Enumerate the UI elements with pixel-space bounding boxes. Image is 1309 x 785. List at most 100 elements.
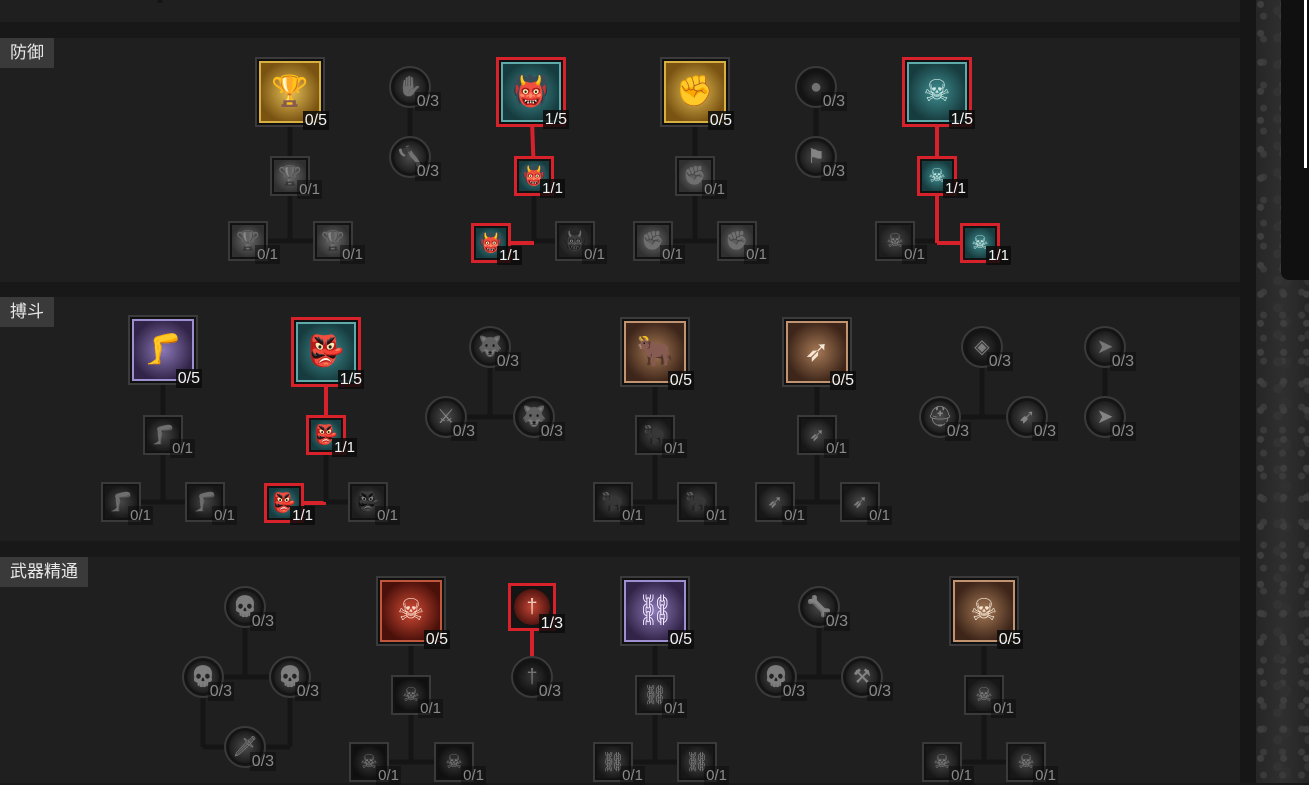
skill-node-defense[interactable]: ⚑ 0/3	[795, 136, 847, 181]
rank-label: 1/1	[332, 438, 357, 457]
skill-node-defense[interactable]: ✋ 0/3	[389, 66, 441, 111]
skill-node-brawling[interactable]: 🐂 0/1	[677, 482, 729, 525]
skill-node-brawling[interactable]: ◈ 0/3	[961, 326, 1013, 371]
skill-node-weapon-mastery[interactable]: ☠ 0/1	[1006, 742, 1058, 785]
skill-node-weapon-mastery[interactable]: ☠ 0/1	[391, 675, 443, 718]
skill-node-brawling[interactable]: 🐂 0/1	[593, 482, 645, 525]
skill-node-weapon-mastery[interactable]: ☠ 0/5	[376, 576, 450, 649]
rank-label: 0/1	[991, 699, 1016, 718]
rank-label: 0/3	[450, 422, 477, 441]
skill-node-defense[interactable]: ✊ 0/5	[660, 57, 734, 130]
skill-node-defense[interactable]: ✊ 0/1	[675, 156, 727, 199]
skill-node-defense[interactable]: ● 0/3	[795, 66, 847, 111]
rank-label: 0/1	[582, 245, 607, 264]
skill-node-defense[interactable]: 🏆 0/1	[313, 221, 365, 264]
rank-label: 1/5	[337, 370, 364, 389]
skill-node-weapon-mastery[interactable]: 💀 0/3	[755, 656, 807, 701]
rank-label: 0/3	[207, 682, 234, 701]
skill-node-weapon-mastery[interactable]: ⛓ 0/1	[677, 742, 729, 785]
rank-label: 0/1	[782, 506, 807, 525]
rank-label: 0/1	[704, 506, 729, 525]
rank-label: 0/1	[744, 245, 769, 264]
skill-node-weapon-mastery[interactable]: ☠ 0/1	[434, 742, 486, 785]
skill-node-brawling[interactable]: ➶ 0/1	[755, 482, 807, 525]
skill-node-brawling[interactable]: 👺 1/1	[306, 415, 357, 457]
rank-label: 1/3	[538, 614, 565, 633]
skill-node-defense[interactable]: ☠ 0/1	[875, 221, 927, 264]
skill-node-brawling[interactable]: ➹ 0/3	[1006, 396, 1058, 441]
rank-label: 0/1	[255, 245, 280, 264]
skill-node-brawling[interactable]: ➶ 0/1	[797, 415, 849, 458]
skill-node-defense[interactable]: 👹 1/5	[496, 57, 569, 129]
skill-node-brawling[interactable]: ➶ 0/5	[782, 317, 856, 390]
skill-node-brawling[interactable]: 🦵 0/1	[185, 482, 237, 525]
skill-node-defense[interactable]: 👹 0/1	[555, 221, 607, 264]
skill-node-brawling[interactable]: 🦵 0/1	[143, 415, 195, 458]
rank-label: 0/3	[866, 682, 893, 701]
skill-node-weapon-mastery[interactable]: ⛓ 0/5	[620, 576, 694, 649]
skill-node-weapon-mastery[interactable]: † 1/3	[508, 583, 565, 633]
skill-node-defense[interactable]: ☠ 1/5	[902, 57, 975, 129]
skill-node-brawling[interactable]: ⚔ 0/3	[425, 396, 477, 441]
skill-node-weapon-mastery[interactable]: ⛓ 0/1	[635, 675, 687, 718]
rank-label: 0/1	[375, 506, 400, 525]
rank-label: 0/1	[867, 506, 892, 525]
rank-label: 0/5	[302, 111, 329, 130]
rank-label: 0/1	[297, 180, 322, 199]
rank-label: 0/3	[1109, 352, 1136, 371]
skill-node-brawling[interactable]: 🐺 0/3	[513, 396, 565, 441]
skill-node-weapon-mastery[interactable]: 💀 0/3	[269, 656, 321, 701]
skill-node-brawling[interactable]: 🐺 0/3	[469, 326, 521, 371]
skill-node-brawling[interactable]: 👺 1/5	[291, 317, 364, 389]
skill-node-weapon-mastery[interactable]: 🗡 0/3	[224, 726, 276, 771]
skill-node-weapon-mastery[interactable]: 🦴 0/3	[798, 586, 850, 631]
skill-node-defense[interactable]: 🏆 0/1	[270, 156, 322, 199]
skill-node-weapon-mastery[interactable]: ☠ 0/1	[964, 675, 1016, 718]
rank-label: 1/1	[290, 506, 315, 525]
rank-label: 1/1	[943, 179, 968, 198]
skill-node-defense[interactable]: 🏆 0/1	[228, 221, 280, 264]
skill-node-defense[interactable]: ✊ 0/1	[633, 221, 685, 264]
skill-node-brawling[interactable]: ⛑ 0/3	[919, 396, 971, 441]
skill-node-weapon-mastery[interactable]: ⚒ 0/3	[841, 656, 893, 701]
skill-node-brawling[interactable]: 🦵 0/1	[101, 482, 153, 525]
popup-scrollbar[interactable]	[1304, 0, 1307, 168]
skill-node-weapon-mastery[interactable]: ☠ 0/5	[949, 576, 1023, 649]
rank-label: 0/3	[249, 612, 276, 631]
skill-node-defense[interactable]: 👹 1/1	[471, 223, 522, 265]
rank-label: 0/3	[538, 422, 565, 441]
skill-node-defense[interactable]: ✊ 0/1	[717, 221, 769, 264]
skill-node-brawling[interactable]: ➤ 0/3	[1084, 396, 1136, 441]
skill-node-weapon-mastery[interactable]: ⛓ 0/1	[593, 742, 645, 785]
skill-node-brawling[interactable]: 🐂 0/5	[620, 317, 694, 390]
panel-divider	[1240, 0, 1256, 783]
rank-label: 0/3	[249, 752, 276, 771]
skill-node-defense[interactable]: 👹 1/1	[514, 156, 565, 198]
skill-node-brawling[interactable]: 👺 1/1	[264, 483, 315, 525]
skill-node-defense[interactable]: 🏆 0/5	[255, 57, 329, 130]
skill-node-brawling[interactable]: 🐂 0/1	[635, 415, 687, 458]
skill-node-defense[interactable]: 🪓 0/3	[389, 136, 441, 181]
skill-node-brawling[interactable]: 👺 0/1	[348, 482, 400, 525]
rank-label: 0/3	[1031, 422, 1058, 441]
skill-node-brawling[interactable]: ➶ 0/1	[840, 482, 892, 525]
skill-node-brawling[interactable]: 🦵 0/5	[128, 315, 202, 388]
skill-node-weapon-mastery[interactable]: ☠ 0/1	[922, 742, 974, 785]
skill-node-weapon-mastery[interactable]: † 0/3	[511, 656, 563, 701]
skill-node-weapon-mastery[interactable]: 💀 0/3	[224, 586, 276, 631]
rank-label: 0/1	[128, 506, 153, 525]
rank-label: 0/1	[704, 766, 729, 785]
rank-label: 0/5	[175, 369, 202, 388]
rank-label: 0/3	[820, 92, 847, 111]
rank-label: 0/3	[414, 162, 441, 181]
rank-label: 0/3	[294, 682, 321, 701]
rank-label: 1/1	[497, 246, 522, 265]
rank-label: 0/1	[620, 506, 645, 525]
rank-label: 0/1	[660, 245, 685, 264]
skill-node-defense[interactable]: ☠ 1/1	[917, 156, 968, 198]
skill-node-brawling[interactable]: ➤ 0/3	[1084, 326, 1136, 371]
rank-label: 0/5	[423, 630, 450, 649]
skill-node-weapon-mastery[interactable]: 💀 0/3	[182, 656, 234, 701]
skill-node-weapon-mastery[interactable]: ☠ 0/1	[349, 742, 401, 785]
skill-node-defense[interactable]: ☠ 1/1	[960, 223, 1011, 265]
